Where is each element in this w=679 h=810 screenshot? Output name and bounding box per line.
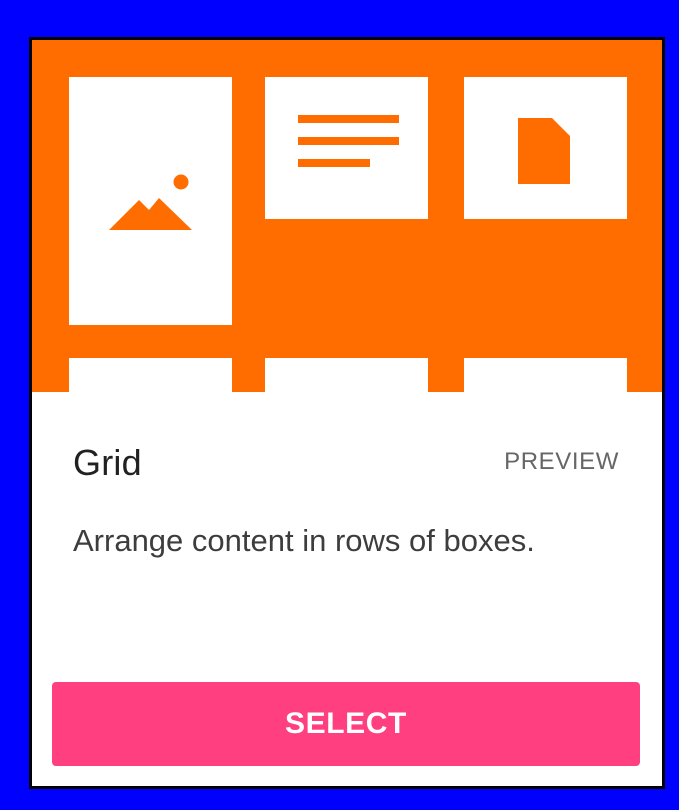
card-description: Arrange content in rows of boxes. <box>73 523 535 558</box>
select-button[interactable]: SELECT <box>52 682 640 766</box>
text-lines-icon <box>298 115 400 171</box>
image-icon <box>109 174 193 234</box>
select-button-label: SELECT <box>285 707 407 740</box>
card-title: Grid <box>73 442 142 483</box>
grid-tile <box>69 358 232 392</box>
preview-link[interactable]: PREVIEW <box>504 448 619 476</box>
image-tile <box>69 77 232 325</box>
document-tile <box>464 77 627 219</box>
page-background: Grid PREVIEW Arrange content in rows of … <box>0 0 679 810</box>
text-tile <box>265 77 428 219</box>
document-icon <box>518 118 571 185</box>
grid-tile <box>265 358 428 392</box>
layout-card: Grid PREVIEW Arrange content in rows of … <box>32 40 662 786</box>
grid-illustration <box>32 40 662 392</box>
grid-tile <box>464 358 627 392</box>
